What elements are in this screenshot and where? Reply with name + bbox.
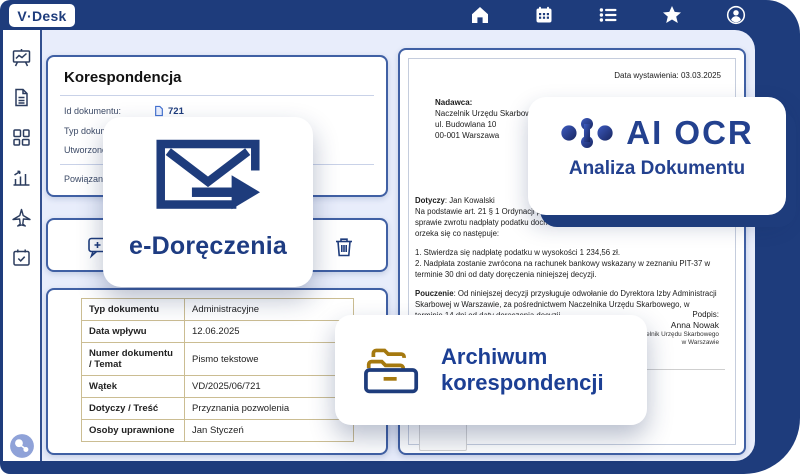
- user-profile-icon[interactable]: [726, 5, 746, 25]
- divider: [60, 95, 374, 96]
- home-icon[interactable]: [470, 5, 490, 25]
- dashboard-grid-icon[interactable]: [11, 127, 32, 148]
- archive-label-line2: korespondencji: [441, 370, 604, 395]
- archive-label-line1: Archiwum: [441, 344, 548, 369]
- trash-icon[interactable]: [332, 235, 356, 259]
- vdesk-logo: V·Desk: [9, 4, 75, 27]
- decision-item: 1. Stwierdza się nadpłatę podatku w wyso…: [415, 248, 620, 257]
- airplane-icon[interactable]: [11, 207, 32, 228]
- row-label: Data wpływu: [81, 320, 185, 343]
- archive-card: Archiwum korespondencji: [335, 315, 647, 425]
- row-label: Typ dokumentu: [81, 298, 185, 321]
- field-label: Id dokumentu:: [64, 106, 122, 116]
- edoreczenia-label: e-Doręczenia: [128, 232, 287, 260]
- table-row: Data wpływu 12.06.2025: [81, 320, 354, 343]
- table-row: Dotyczy / Treść Przyznania pozwolenia: [81, 397, 354, 420]
- vdesk-logo-text: V·Desk: [17, 7, 67, 24]
- row-label: Osoby uprawnione: [81, 419, 185, 442]
- calendar-check-icon[interactable]: [11, 247, 32, 268]
- sender-label: Nadawca:: [435, 98, 473, 107]
- subject-label: Dotyczy: [415, 196, 445, 205]
- edoreczenia-card: e-Doręczenia: [103, 117, 313, 287]
- table-row: Wątek VD/2025/06/721: [81, 375, 354, 398]
- document-icon[interactable]: [11, 87, 32, 108]
- globe-icon[interactable]: [9, 433, 35, 459]
- table-row: Numer dokumentu / Temat Pismo tekstowe: [81, 342, 354, 376]
- archive-label: Archiwum korespondencji: [441, 344, 604, 396]
- row-label: Numer dokumentu / Temat: [81, 342, 185, 376]
- signature-label: Podpis:: [692, 310, 719, 319]
- row-value: Pismo tekstowe: [184, 342, 354, 376]
- panel-title: Korespondencja: [64, 69, 182, 86]
- list-icon[interactable]: [598, 5, 618, 25]
- field-id-dokumentu: Id dokumentu: 721: [64, 105, 370, 117]
- row-value: 12.06.2025: [184, 320, 354, 343]
- row-label: Wątek: [81, 375, 185, 398]
- decision-item: 2. Nadpłata zostanie zwrócona na rachune…: [415, 259, 711, 279]
- details-table: Typ dokumentu Administracyjne Data wpływu…: [81, 298, 354, 442]
- ai-ocr-subtitle: Analiza Dokumentu: [568, 158, 746, 179]
- ai-ocr-card: AI OCR Analiza Dokumentu: [528, 97, 786, 215]
- document-date: Data wystawienia: 03.03.2025: [614, 71, 721, 80]
- row-value: Przyznania pozwolenia: [184, 397, 354, 420]
- row-value: Administracyjne: [184, 298, 354, 321]
- row-value: Jan Styczeń: [184, 419, 354, 442]
- file-icon: [155, 105, 163, 117]
- archive-folder-icon: [364, 348, 419, 394]
- field-value: 721: [168, 105, 184, 117]
- table-row: Osoby uprawnione Jan Styczeń: [81, 419, 354, 442]
- note-label: Pouczenie: [415, 289, 454, 298]
- star-icon[interactable]: [662, 5, 682, 25]
- row-label: Dotyczy / Treść: [81, 397, 185, 420]
- calendar-icon[interactable]: [534, 5, 554, 25]
- topbar-icon-row: [470, 0, 746, 30]
- ai-ocr-logo-icon: [561, 117, 613, 149]
- row-value: VD/2025/06/721: [184, 375, 354, 398]
- app-screenshot: V·Desk Korespondencja Id dokumentu: 721 …: [0, 0, 800, 474]
- sidebar: [3, 30, 42, 461]
- envelope-arrow-icon: [156, 139, 260, 219]
- analytics-icon[interactable]: [11, 167, 32, 188]
- presentation-chart-icon[interactable]: [11, 47, 32, 68]
- table-row: Typ dokumentu Administracyjne: [81, 298, 354, 321]
- ai-ocr-title: AI OCR: [626, 114, 754, 151]
- subject-value: : Jan Kowalski: [444, 196, 495, 205]
